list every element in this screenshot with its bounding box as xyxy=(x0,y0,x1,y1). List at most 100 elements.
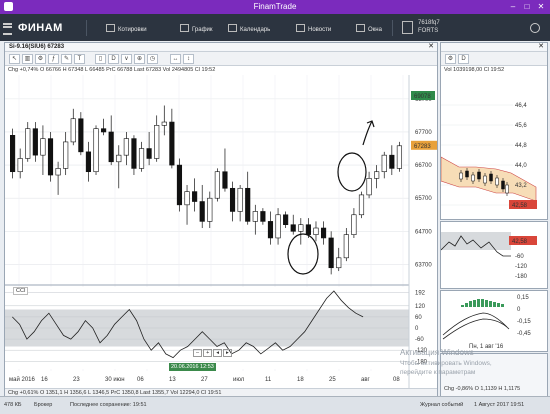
candle-down xyxy=(47,138,54,176)
candle-up xyxy=(374,171,380,179)
maximize-button[interactable]: □ xyxy=(520,1,534,12)
right-candle xyxy=(505,184,509,194)
scroll-right-icon[interactable]: ▸ xyxy=(223,349,232,357)
candle-up xyxy=(116,154,122,163)
account-info[interactable]: 7618fq7 FORTS xyxy=(418,19,514,35)
tool-text-icon[interactable]: T xyxy=(74,54,85,64)
cci-tick-label: -60 xyxy=(415,337,424,343)
main-chart-window: Si-9.16(SIU6) 67283 ✕ ↖ ▥ ⚙ ƒ ✎ T ▯ D ∨ … xyxy=(4,42,438,397)
candle-down xyxy=(146,148,152,159)
tool-compare-icon[interactable]: ⊕ xyxy=(134,54,145,64)
candle-up xyxy=(298,224,304,232)
menu-quotes-label: Котировки xyxy=(118,27,147,33)
macd-histogram xyxy=(461,299,504,307)
time-tick-label: 18 xyxy=(297,377,304,383)
tool-draw-icon[interactable]: ✎ xyxy=(61,54,72,64)
tool-day-icon[interactable]: D xyxy=(108,54,119,64)
candle-down xyxy=(199,201,205,222)
tool-candles-icon[interactable]: ▥ xyxy=(22,54,33,64)
right-macd-window: 0,15 0 -0,15 -0,45 Пн, 1 авг '16 xyxy=(440,290,548,352)
candle-up xyxy=(381,154,387,173)
tool-period-icon[interactable]: ▯ xyxy=(95,54,106,64)
right-chart-canvas[interactable]: 46,445,644,844,043,242,4 42,58 xyxy=(441,75,547,219)
menu-chart[interactable]: График xyxy=(180,24,213,33)
minimize-button[interactable]: – xyxy=(506,1,520,12)
briefcase-icon[interactable] xyxy=(402,21,413,34)
candle-up xyxy=(396,145,402,169)
window-title: FinamTrade xyxy=(253,2,297,11)
time-tick-label: 30 июн xyxy=(105,377,125,383)
rt-settings-icon[interactable]: ⚙ xyxy=(445,54,456,64)
tool-settings-icon[interactable]: ⚙ xyxy=(35,54,46,64)
status-log[interactable]: Журнал событий xyxy=(420,397,463,414)
tool-vscale-icon[interactable]: ↕ xyxy=(183,54,194,64)
candle-down xyxy=(176,164,183,206)
cci-tick-label: 60 xyxy=(415,315,422,321)
tool-clock-icon[interactable]: ◷ xyxy=(147,54,158,64)
right-macd-canvas[interactable]: 0,15 0 -0,15 -0,45 Пн, 1 авг '16 xyxy=(441,291,547,351)
zoom-out-icon[interactable]: – xyxy=(193,349,203,357)
right-chart-close-icon[interactable]: ✕ xyxy=(538,43,544,51)
right-mid-label: 42,58 xyxy=(512,239,528,245)
right-mid-tick: -120 xyxy=(515,264,528,270)
menu-quotes[interactable]: Котировки xyxy=(106,24,147,33)
right-indicator-canvas[interactable]: -60 -120 -180 42,58 xyxy=(441,222,547,288)
candle-down xyxy=(328,237,334,269)
cci-tick-label: 0 xyxy=(415,326,419,332)
candle-up xyxy=(358,194,365,216)
time-tick-label: июл xyxy=(233,377,245,383)
candle-up xyxy=(275,214,281,239)
hamburger-menu-icon[interactable] xyxy=(3,23,12,35)
zoom-in-icon[interactable]: + xyxy=(203,349,213,357)
candle-up xyxy=(237,187,243,212)
macd-bar xyxy=(477,299,480,307)
time-tick-label: 08 xyxy=(393,377,400,383)
tool-cursor-icon[interactable]: ↖ xyxy=(9,54,20,64)
macd-bar xyxy=(469,301,472,307)
status-bar: 478 КБ Брокер Последнее сохранение: 19:5… xyxy=(0,396,550,414)
menu-calendar[interactable]: Календарь xyxy=(228,24,270,33)
time-tick-label: 13 xyxy=(169,377,176,383)
right-chart-title xyxy=(441,43,547,52)
macd-bar xyxy=(481,299,484,307)
calendar-icon xyxy=(228,24,237,32)
window-titlebar: FinamTrade – □ ✕ xyxy=(0,0,550,14)
price-tick-label: 66700 xyxy=(415,163,432,169)
close-icon[interactable]: ✕ xyxy=(534,1,548,12)
right-bottom-tick: -0,45 xyxy=(517,331,531,337)
menu-news-label: Новости xyxy=(308,27,332,33)
main-chart-close-icon[interactable]: ✕ xyxy=(428,43,434,51)
finam-logo: ФИНАМ xyxy=(18,22,63,34)
macd-bar xyxy=(461,305,464,307)
price-tick-label: 63700 xyxy=(415,262,432,268)
candle-up xyxy=(366,178,372,196)
tool-hscale-icon[interactable]: ↔ xyxy=(170,54,181,64)
status-traffic: 478 КБ xyxy=(4,402,22,408)
candle-down xyxy=(267,221,274,239)
right-candle xyxy=(471,174,475,182)
right-candle xyxy=(459,172,463,180)
main-chart-canvas[interactable]: 687006770066700657006470063700 67283 690… xyxy=(5,75,437,396)
candle-up xyxy=(55,168,61,176)
right-tick-label: 46,4 xyxy=(515,103,527,109)
menu-news[interactable]: Новости xyxy=(296,24,331,33)
tool-indicators-icon[interactable]: ƒ xyxy=(48,54,59,64)
rt-period-icon[interactable]: D xyxy=(458,54,469,64)
candle-down xyxy=(169,121,175,166)
right-candle xyxy=(501,180,505,190)
price-axis: 687006770066700657006470063700 xyxy=(415,97,432,269)
menu-windows[interactable]: Окна xyxy=(356,24,382,33)
time-tick-label: май 2016 xyxy=(9,376,35,383)
right-candle xyxy=(489,173,493,182)
scroll-left-icon[interactable]: ◂ xyxy=(213,349,223,357)
tool-zoom-icon[interactable]: ∨ xyxy=(121,54,132,64)
right-candle xyxy=(495,177,499,186)
scroll-controls[interactable]: – + ◂ ▸ xyxy=(193,349,232,357)
time-tick-label: 06 xyxy=(137,377,144,383)
cci-tick-label: 120 xyxy=(415,304,426,310)
right-footer-info: Chg -0,86% O 1,1139 H 1,1175 xyxy=(444,386,521,392)
right-candle xyxy=(465,170,469,178)
user-icon[interactable] xyxy=(530,23,540,33)
cci-label: CCI xyxy=(13,287,29,295)
time-tick-label: 23 xyxy=(73,377,80,383)
